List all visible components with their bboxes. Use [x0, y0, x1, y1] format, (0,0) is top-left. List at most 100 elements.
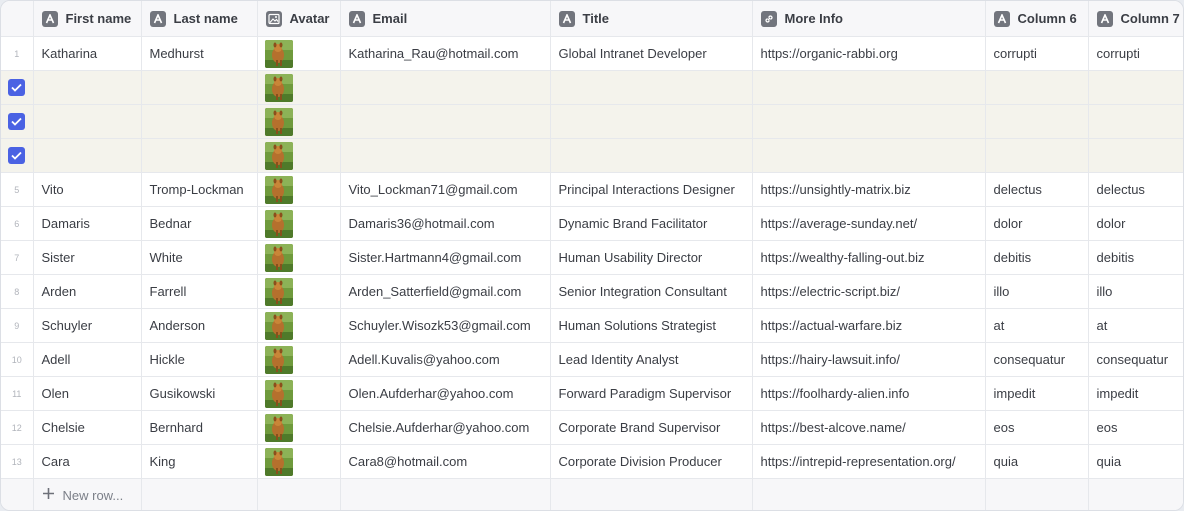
table-row[interactable]: 11 Olen Gusikowski Olen.Aufderhar@yahoo.com… [1, 376, 1183, 411]
title-cell[interactable]: Global Intranet Developer [550, 36, 753, 71]
last-name-cell[interactable]: Hickle [141, 342, 258, 377]
table-row[interactable]: 1 Katharina Medhurst Katharina_Rau@hotmail.… [1, 36, 1183, 71]
email-cell[interactable]: Adell.Kuvalis@yahoo.com [340, 342, 551, 377]
more-info-cell[interactable]: https://wealthy-falling-out.biz [752, 240, 986, 275]
row-number[interactable]: 9 [1, 308, 34, 343]
new-row-button[interactable]: New row... [33, 478, 142, 510]
column-6-cell[interactable]: impedit [985, 376, 1089, 411]
table-row[interactable]: 13 Cara King Cara8@hotmail.com Corporate Div… [1, 444, 1183, 479]
row-number[interactable]: 13 [1, 444, 34, 479]
last-name-cell[interactable] [141, 70, 258, 105]
table-row[interactable] [1, 104, 1183, 139]
more-info-cell[interactable]: https://intrepid-representation.org/ [752, 444, 986, 479]
last-name-cell[interactable]: Bernhard [141, 410, 258, 445]
column-7-cell[interactable] [1088, 104, 1183, 139]
more-info-cell[interactable] [752, 70, 986, 105]
column-6-cell[interactable]: consequatur [985, 342, 1089, 377]
title-cell[interactable]: Principal Interactions Designer [550, 172, 753, 207]
column-7-cell[interactable]: debitis [1088, 240, 1183, 275]
first-name-cell[interactable]: Vito [33, 172, 142, 207]
avatar-cell[interactable] [257, 36, 341, 71]
last-name-cell[interactable]: White [141, 240, 258, 275]
row-number[interactable]: 1 [1, 36, 34, 71]
first-name-cell[interactable]: Olen [33, 376, 142, 411]
more-info-cell[interactable]: https://unsightly-matrix.biz [752, 172, 986, 207]
email-cell[interactable]: Arden_Satterfield@gmail.com [340, 274, 551, 309]
title-cell[interactable]: Corporate Brand Supervisor [550, 410, 753, 445]
checkmark-icon[interactable] [8, 147, 26, 164]
last-name-cell[interactable]: Tromp-Lockman [141, 172, 258, 207]
table-row[interactable]: 7 Sister White Sister.Hartmann4@gmail.com Hu… [1, 240, 1183, 275]
table-row[interactable]: 5 Vito Tromp-Lockman Vito_Lockman71@gmail.c… [1, 172, 1183, 207]
row-number[interactable]: 10 [1, 342, 34, 377]
row-marker-header[interactable] [1, 1, 34, 37]
title-cell[interactable] [550, 138, 753, 173]
row-select-checkbox[interactable] [1, 138, 34, 173]
column-6-cell[interactable]: dolor [985, 206, 1089, 241]
column-7-cell[interactable]: at [1088, 308, 1183, 343]
column-6-cell[interactable] [985, 104, 1089, 139]
column-6-cell[interactable]: quia [985, 444, 1089, 479]
first-name-cell[interactable]: Katharina [33, 36, 142, 71]
table-row[interactable]: 6 Damaris Bednar Damaris36@hotmail.com Dynam… [1, 206, 1183, 241]
last-name-cell[interactable]: Gusikowski [141, 376, 258, 411]
more-info-cell[interactable]: https://hairy-lawsuit.info/ [752, 342, 986, 377]
row-select-checkbox[interactable] [1, 104, 34, 139]
row-number[interactable]: 12 [1, 410, 34, 445]
column-header[interactable]: Email [340, 1, 551, 37]
title-cell[interactable]: Forward Paradigm Supervisor [550, 376, 753, 411]
column-7-cell[interactable]: eos [1088, 410, 1183, 445]
first-name-cell[interactable]: Adell [33, 342, 142, 377]
title-cell[interactable]: Lead Identity Analyst [550, 342, 753, 377]
avatar-cell[interactable] [257, 172, 341, 207]
avatar-cell[interactable] [257, 444, 341, 479]
more-info-cell[interactable]: https://best-alcove.name/ [752, 410, 986, 445]
column-7-cell[interactable]: illo [1088, 274, 1183, 309]
email-cell[interactable] [340, 104, 551, 139]
avatar-cell[interactable] [257, 308, 341, 343]
new-row[interactable]: New row... [1, 478, 1183, 510]
column-6-cell[interactable]: corrupti [985, 36, 1089, 71]
email-cell[interactable]: Sister.Hartmann4@gmail.com [340, 240, 551, 275]
more-info-cell[interactable] [752, 104, 986, 139]
first-name-cell[interactable]: Arden [33, 274, 142, 309]
column-7-cell[interactable]: impedit [1088, 376, 1183, 411]
title-cell[interactable]: Human Solutions Strategist [550, 308, 753, 343]
last-name-cell[interactable]: Farrell [141, 274, 258, 309]
column-6-cell[interactable]: delectus [985, 172, 1089, 207]
first-name-cell[interactable]: Cara [33, 444, 142, 479]
avatar-cell[interactable] [257, 274, 341, 309]
row-number[interactable]: 8 [1, 274, 34, 309]
title-cell[interactable]: Dynamic Brand Facilitator [550, 206, 753, 241]
email-cell[interactable] [340, 70, 551, 105]
email-cell[interactable]: Vito_Lockman71@gmail.com [340, 172, 551, 207]
column-header[interactable]: Title [550, 1, 753, 37]
row-number[interactable]: 11 [1, 376, 34, 411]
column-7-cell[interactable]: delectus [1088, 172, 1183, 207]
column-6-cell[interactable] [985, 70, 1089, 105]
column-7-cell[interactable]: quia [1088, 444, 1183, 479]
row-number[interactable]: 6 [1, 206, 34, 241]
more-info-cell[interactable]: https://electric-script.biz/ [752, 274, 986, 309]
more-info-cell[interactable]: https://average-sunday.net/ [752, 206, 986, 241]
title-cell[interactable] [550, 104, 753, 139]
avatar-cell[interactable] [257, 410, 341, 445]
table-row[interactable] [1, 138, 1183, 173]
column-7-cell[interactable] [1088, 138, 1183, 173]
column-header[interactable]: Column 6 [985, 1, 1089, 37]
column-header[interactable]: First name [33, 1, 142, 37]
last-name-cell[interactable]: Anderson [141, 308, 258, 343]
title-cell[interactable]: Senior Integration Consultant [550, 274, 753, 309]
more-info-cell[interactable]: https://foolhardy-alien.info [752, 376, 986, 411]
table-row[interactable]: 8 Arden Farrell Arden_Satterfield@gmail.com… [1, 274, 1183, 309]
avatar-cell[interactable] [257, 104, 341, 139]
column-header[interactable]: More Info [752, 1, 986, 37]
email-cell[interactable]: Damaris36@hotmail.com [340, 206, 551, 241]
table-row[interactable]: 9 Schuyler Anderson Schuyler.Wisozk53@gmail… [1, 308, 1183, 343]
last-name-cell[interactable]: King [141, 444, 258, 479]
column-6-cell[interactable]: eos [985, 410, 1089, 445]
more-info-cell[interactable]: https://actual-warfare.biz [752, 308, 986, 343]
column-header[interactable]: Avatar [257, 1, 341, 37]
email-cell[interactable]: Olen.Aufderhar@yahoo.com [340, 376, 551, 411]
email-cell[interactable]: Schuyler.Wisozk53@gmail.com [340, 308, 551, 343]
